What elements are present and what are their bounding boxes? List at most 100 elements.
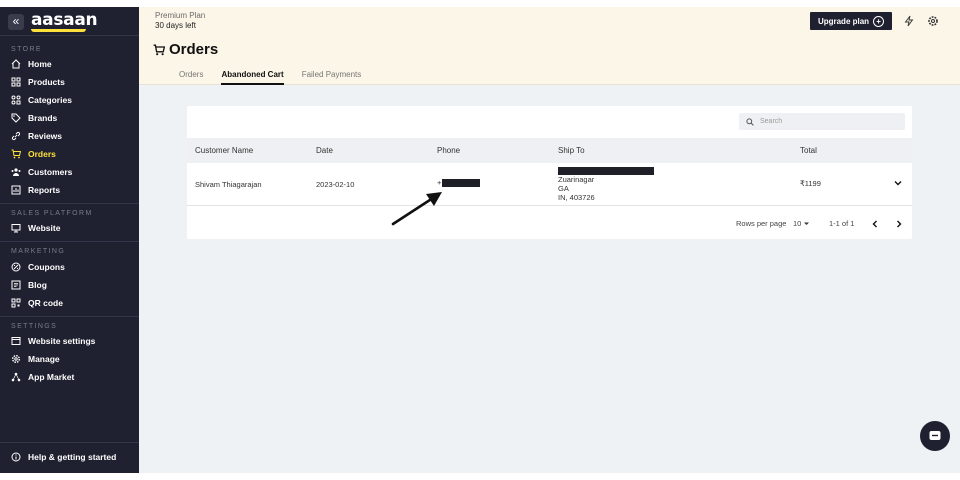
search-input[interactable]: Search bbox=[739, 113, 905, 130]
column-header-phone: Phone bbox=[437, 146, 461, 155]
rows-per-page-select[interactable]: 10 bbox=[793, 219, 810, 228]
sidebar-item-label: Coupons bbox=[28, 262, 65, 272]
sidebar-item-website-settings[interactable]: Website settings bbox=[11, 334, 95, 348]
order-tabs: Orders Abandoned Cart Failed Payments bbox=[179, 70, 379, 85]
ship-to-city: Zuarinagar bbox=[558, 175, 595, 184]
sidebar-item-categories[interactable]: Categories bbox=[11, 93, 72, 107]
table-header: Customer Name Date Phone Ship To Total bbox=[187, 138, 912, 163]
ship-to-postal: IN, 403726 bbox=[558, 193, 595, 202]
help-icon bbox=[11, 452, 21, 462]
column-header-date: Date bbox=[316, 146, 333, 155]
tag-icon bbox=[11, 113, 21, 123]
section-label-store: STORE bbox=[11, 46, 42, 53]
sidebar-item-reports[interactable]: Reports bbox=[11, 183, 60, 197]
divider bbox=[0, 442, 139, 443]
caret-down-icon bbox=[804, 222, 810, 225]
sidebar-item-customers[interactable]: Customers bbox=[11, 165, 72, 179]
section-label-settings: SETTINGS bbox=[11, 323, 58, 330]
sidebar-item-products[interactable]: Products bbox=[11, 75, 65, 89]
redacted-address-line bbox=[558, 167, 654, 175]
sidebar-item-qr-code[interactable]: QR code bbox=[11, 296, 63, 310]
logo-underline bbox=[31, 29, 86, 32]
sidebar-item-label: Blog bbox=[28, 280, 47, 290]
help-link[interactable]: Help & getting started bbox=[11, 452, 116, 462]
lightning-icon[interactable] bbox=[903, 15, 915, 27]
sidebar-item-app-market[interactable]: App Market bbox=[11, 370, 74, 384]
page-title-text: Orders bbox=[169, 41, 219, 58]
sidebar-item-label: Orders bbox=[28, 149, 56, 159]
ship-to-state: GA bbox=[558, 184, 569, 193]
sidebar: « aasaan STORE Home Products Categories … bbox=[0, 7, 139, 473]
tab-abandoned-cart[interactable]: Abandoned Cart bbox=[221, 70, 284, 85]
column-header-customer: Customer Name bbox=[195, 146, 254, 155]
sidebar-item-orders[interactable]: Orders bbox=[11, 147, 56, 161]
order-date: 2023-02-10 bbox=[316, 180, 355, 189]
grid-icon bbox=[11, 77, 21, 87]
redacted-phone bbox=[442, 179, 480, 187]
annotation-arrow bbox=[391, 192, 442, 226]
table-row[interactable]: Shivam Thiagarajan 2023-02-10 + Zuarinag… bbox=[187, 163, 912, 206]
settings-window-icon bbox=[11, 337, 21, 345]
collapse-sidebar-button[interactable]: « bbox=[8, 14, 24, 30]
sidebar-item-coupons[interactable]: Coupons bbox=[11, 260, 65, 274]
plan-name: Premium Plan bbox=[155, 11, 206, 20]
sidebar-item-label: Products bbox=[28, 77, 65, 87]
divider bbox=[0, 203, 139, 204]
chevron-right-icon[interactable] bbox=[895, 220, 903, 228]
upgrade-plan-button[interactable]: Upgrade plan + bbox=[810, 12, 892, 30]
settings-gear-icon[interactable] bbox=[927, 15, 939, 27]
page-title: Orders bbox=[153, 41, 218, 58]
upgrade-plan-label: Upgrade plan bbox=[817, 16, 870, 26]
sidebar-item-blog[interactable]: Blog bbox=[11, 278, 47, 292]
search-icon bbox=[746, 117, 754, 126]
chevron-left-icon[interactable] bbox=[871, 220, 879, 228]
column-header-ship-to: Ship To bbox=[558, 146, 585, 155]
app-frame: « aasaan STORE Home Products Categories … bbox=[0, 7, 960, 473]
help-label: Help & getting started bbox=[28, 452, 117, 462]
rows-per-page-value: 10 bbox=[793, 219, 802, 228]
phone-prefix: + bbox=[437, 178, 442, 187]
order-total: ₹1199 bbox=[800, 179, 821, 188]
divider bbox=[0, 35, 139, 36]
plus-circle-icon: + bbox=[873, 15, 885, 27]
sidebar-item-brands[interactable]: Brands bbox=[11, 111, 57, 125]
gear-icon bbox=[12, 355, 20, 363]
sidebar-item-label: Website settings bbox=[28, 336, 96, 346]
link-icon bbox=[11, 131, 21, 141]
home-icon bbox=[11, 59, 21, 69]
cart-icon bbox=[11, 149, 21, 159]
cart-icon bbox=[153, 44, 165, 55]
sidebar-item-label: Reviews bbox=[28, 131, 63, 141]
sidebar-item-label: App Market bbox=[28, 372, 75, 382]
sidebar-item-website[interactable]: Website bbox=[11, 221, 60, 235]
sidebar-item-manage[interactable]: Manage bbox=[11, 352, 60, 366]
qr-icon bbox=[11, 298, 21, 308]
page-header: Premium Plan 30 days left Orders Orders … bbox=[139, 7, 960, 85]
sidebar-item-label: Brands bbox=[28, 113, 58, 123]
customer-name: Shivam Thiagarajan bbox=[195, 180, 262, 189]
sidebar-item-label: Categories bbox=[28, 95, 72, 105]
search-placeholder: Search bbox=[760, 118, 783, 125]
apps-icon bbox=[11, 372, 21, 382]
chart-icon bbox=[11, 185, 21, 195]
chat-widget-button[interactable] bbox=[920, 421, 950, 451]
coupon-icon bbox=[11, 262, 21, 272]
monitor-icon bbox=[11, 224, 21, 233]
tab-orders[interactable]: Orders bbox=[179, 70, 203, 85]
chevron-down-icon[interactable] bbox=[894, 179, 902, 187]
column-header-total: Total bbox=[800, 146, 817, 155]
plan-days-left: 30 days left bbox=[155, 21, 196, 30]
tab-failed-payments[interactable]: Failed Payments bbox=[302, 70, 362, 85]
chat-icon bbox=[929, 431, 941, 440]
section-label-sales-platform: SALES PLATFORM bbox=[11, 210, 93, 217]
sidebar-item-label: Website bbox=[28, 223, 61, 233]
abandoned-cart-table-card: Search Customer Name Date Phone Ship To … bbox=[187, 106, 912, 239]
rows-per-page-label: Rows per page bbox=[736, 219, 787, 228]
blog-icon bbox=[11, 280, 21, 290]
divider bbox=[0, 316, 139, 317]
sidebar-item-reviews[interactable]: Reviews bbox=[11, 129, 62, 143]
sidebar-item-label: Customers bbox=[28, 167, 73, 177]
sidebar-item-home[interactable]: Home bbox=[11, 57, 52, 71]
section-label-marketing: MARKETING bbox=[11, 248, 66, 255]
pagination-range: 1-1 of 1 bbox=[829, 219, 855, 228]
